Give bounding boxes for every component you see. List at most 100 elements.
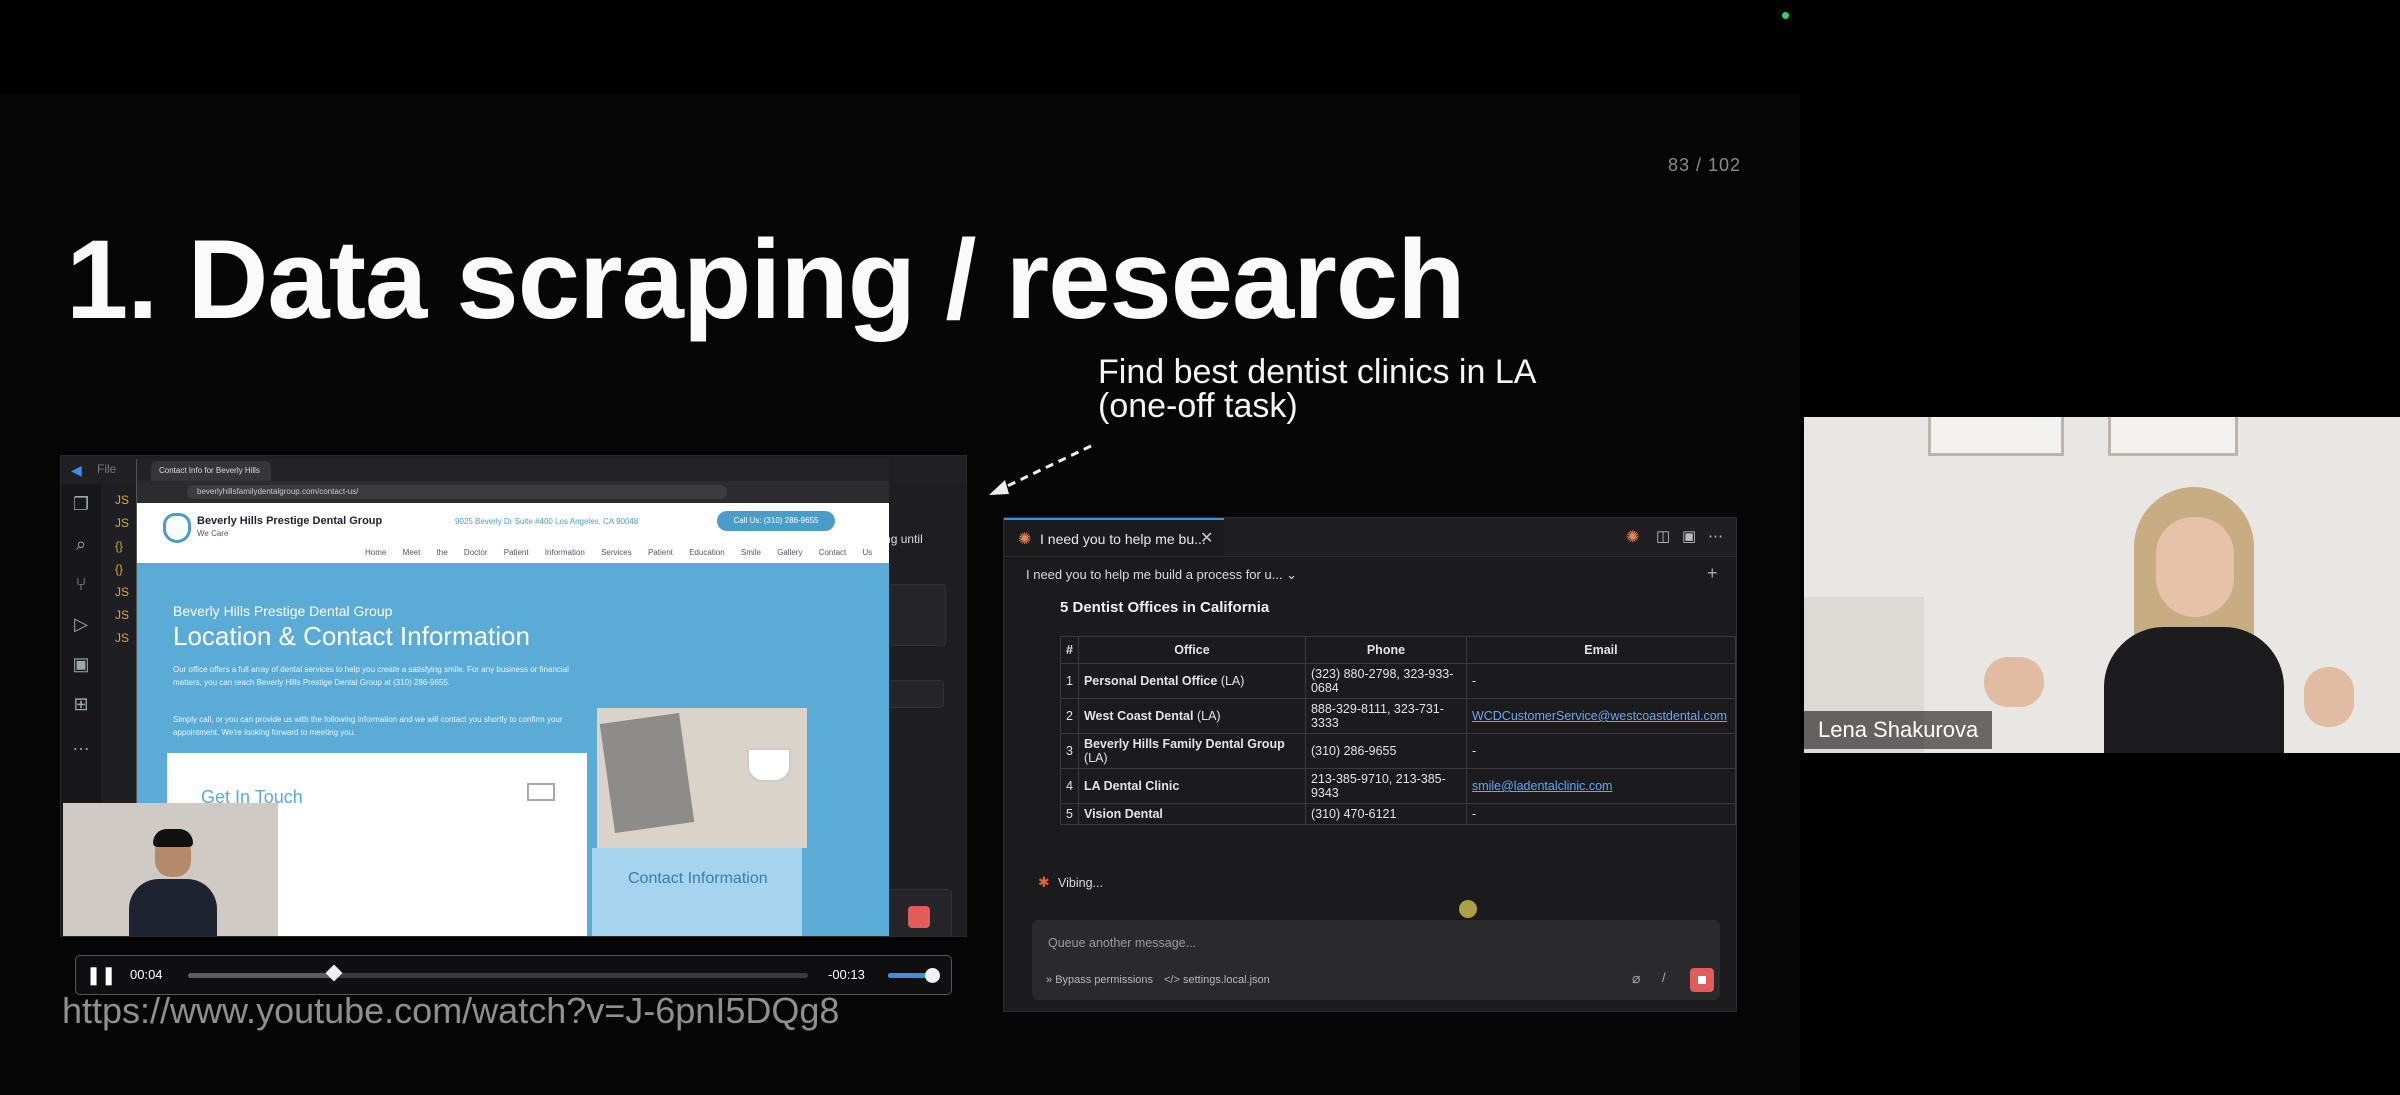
office-name: Personal Dental Office bbox=[1083, 674, 1218, 688]
row-number: 5 bbox=[1060, 803, 1079, 825]
hero-subtitle: Beverly Hills Prestige Dental Group bbox=[173, 603, 393, 619]
office-city: (LA) bbox=[1220, 674, 1245, 688]
browser-address-bar[interactable]: beverlyhillsfamilydentalgroup.com/contac… bbox=[187, 485, 727, 499]
chat-tab[interactable]: ✺ I need you to help me bu... ✕ bbox=[1004, 518, 1224, 556]
site-nav[interactable]: Home Meet the Doctor Patient Information… bbox=[365, 548, 872, 557]
conversation-title-dropdown[interactable]: I need you to help me build a process fo… bbox=[1026, 567, 1297, 583]
chat-tab-bar: ✺ I need you to help me bu... ✕ ✺ ◫ ▣ ⋯ bbox=[1004, 518, 1736, 557]
office-cell: LA Dental Clinic bbox=[1077, 768, 1306, 804]
annotation-line-1: Find best dentist clinics in LA bbox=[1098, 353, 1537, 391]
browser-tab[interactable]: Contact Info for Beverly Hills P... bbox=[151, 461, 271, 495]
mouse-cursor-highlight bbox=[1459, 900, 1477, 918]
envelope-icon bbox=[527, 783, 555, 801]
speaker-webcam: Lena Shakurova bbox=[1804, 417, 2400, 753]
annotation-line-2: (one-off task) bbox=[1098, 387, 1298, 425]
conversation-title: I need you to help me build a process fo… bbox=[1026, 567, 1283, 582]
stop-button[interactable] bbox=[1690, 968, 1714, 992]
menu-file[interactable]: File bbox=[97, 462, 116, 476]
email-cell: smile@ladentalclinic.com bbox=[1465, 768, 1736, 804]
presenter-figure bbox=[129, 829, 217, 936]
email-link[interactable]: WCDCustomerService@westcoastdental.com bbox=[1472, 709, 1727, 723]
files-icon[interactable]: ❐ bbox=[61, 484, 101, 524]
stop-icon bbox=[1698, 976, 1706, 984]
email-cell: - bbox=[1465, 733, 1736, 769]
status-text: Vibing... bbox=[1058, 876, 1103, 890]
seek-handle[interactable] bbox=[325, 964, 343, 982]
extensions-icon[interactable]: ⊞ bbox=[61, 684, 101, 724]
slash-command-icon[interactable]: / bbox=[1662, 970, 1666, 985]
run-debug-icon[interactable]: ▷ bbox=[61, 604, 101, 644]
paperclip-icon[interactable]: ⌀ bbox=[1632, 970, 1640, 987]
office-cell: Personal Dental Office (LA) bbox=[1077, 663, 1306, 699]
office-cell: West Coast Dental (LA) bbox=[1077, 698, 1306, 734]
source-control-icon[interactable]: ⑂ bbox=[61, 564, 101, 604]
table-row: 1 Personal Dental Office (LA) (323) 880-… bbox=[1060, 663, 1736, 699]
phone-cell: (310) 286-9655 bbox=[1304, 733, 1467, 769]
embedded-video[interactable]: ◀ File ❐ ⌕ ⑂ ▷ ▣ ⊞ … JS JS {} {} JS JS J… bbox=[60, 455, 967, 937]
close-icon[interactable]: ✕ bbox=[1200, 528, 1213, 548]
phone-cell: (310) 470-6121 bbox=[1304, 803, 1467, 825]
pause-icon[interactable]: ❚❚ bbox=[86, 964, 116, 986]
message-composer: » Bypass permissions </> settings.local.… bbox=[1032, 920, 1720, 1000]
current-time: 00:04 bbox=[130, 967, 163, 982]
laptop-image bbox=[599, 712, 695, 834]
double-chevron-icon: » bbox=[1046, 974, 1056, 986]
more-icon[interactable]: ⋯ bbox=[1708, 527, 1723, 545]
site-address: 9025 Beverly Dr Suite #400 Los Angeles, … bbox=[455, 517, 639, 526]
volume-slider[interactable] bbox=[888, 968, 941, 983]
lock-icon[interactable]: ▣ bbox=[1682, 527, 1696, 545]
phone-cell: (323) 880-2798, 323-933-0684 bbox=[1304, 663, 1467, 699]
column-header: # bbox=[1060, 636, 1079, 664]
presenter-webcam-inset bbox=[63, 803, 278, 936]
remaining-time: -00:13 bbox=[828, 967, 865, 982]
row-number: 4 bbox=[1060, 768, 1079, 804]
site-name[interactable]: Beverly Hills Prestige Dental Group bbox=[197, 515, 382, 527]
speaker-hand bbox=[2304, 667, 2354, 727]
speaker-name-label: Lena Shakurova bbox=[1804, 711, 1993, 749]
remote-icon[interactable]: ▣ bbox=[61, 644, 101, 684]
speaker-hand bbox=[1984, 657, 2044, 707]
desk-photo bbox=[597, 708, 807, 848]
seek-bar[interactable] bbox=[188, 964, 808, 982]
tooth-logo-icon bbox=[163, 513, 191, 543]
table-heading: 5 Dentist Offices in California bbox=[1060, 599, 1270, 616]
browser-toolbar: beverlyhillsfamilydentalgroup.com/contac… bbox=[137, 481, 889, 503]
office-name: Beverly Hills Family Dental Group bbox=[1083, 737, 1285, 751]
column-header: Email bbox=[1465, 636, 1736, 664]
settings-file-chip[interactable]: </> settings.local.json bbox=[1164, 974, 1270, 986]
vscode-logo-icon: ◀ bbox=[71, 462, 82, 478]
phone-cell: 213-385-9710, 213-385-9343 bbox=[1304, 768, 1467, 804]
table-row: 4 LA Dental Clinic 213-385-9710, 213-385… bbox=[1060, 768, 1736, 804]
office-cell: Beverly Hills Family Dental Group (LA) bbox=[1077, 733, 1306, 769]
stop-button[interactable] bbox=[908, 906, 930, 928]
slide-title: 1. Data scraping / research bbox=[66, 217, 1466, 342]
split-view-icon[interactable]: ◫ bbox=[1656, 527, 1670, 545]
search-icon[interactable]: ⌕ bbox=[61, 524, 101, 564]
claude-chat-panel: ✺ I need you to help me bu... ✕ ✺ ◫ ▣ ⋯ … bbox=[1003, 517, 1737, 1012]
row-number: 3 bbox=[1060, 733, 1079, 769]
settings-label: settings.local.json bbox=[1182, 974, 1270, 986]
youtube-link[interactable]: https://www.youtube.com/watch?v=J-6pnI5D… bbox=[62, 990, 839, 1032]
video-player-controls: ❚❚ 00:04 -00:13 bbox=[75, 955, 952, 995]
office-cell: Vision Dental bbox=[1077, 803, 1306, 825]
volume-knob[interactable] bbox=[925, 968, 941, 983]
office-name: West Coast Dental bbox=[1083, 709, 1194, 723]
claude-spark-icon[interactable]: ✺ bbox=[1626, 527, 1639, 547]
email-cell: - bbox=[1465, 803, 1736, 825]
status-dot bbox=[1782, 12, 1789, 19]
activity-star-icon: ✱ bbox=[1038, 874, 1050, 890]
new-chat-icon[interactable]: + bbox=[1707, 563, 1718, 584]
phone-cell: 888-329-8111, 323-731-3333 bbox=[1304, 698, 1467, 734]
more-icon[interactable]: … bbox=[61, 724, 101, 764]
code-icon: </> bbox=[1164, 974, 1183, 986]
speaker-figure bbox=[2084, 487, 2324, 753]
message-input[interactable] bbox=[1046, 932, 1610, 954]
bypass-permissions-toggle[interactable]: » Bypass permissions bbox=[1046, 974, 1153, 986]
office-name: Vision Dental bbox=[1083, 807, 1163, 821]
site-header: Beverly Hills Prestige Dental Group We C… bbox=[137, 503, 889, 563]
email-link[interactable]: smile@ladentalclinic.com bbox=[1472, 779, 1613, 793]
browser-tab-strip: Contact Info for Beverly Hills P... bbox=[137, 459, 889, 495]
bypass-label: Bypass permissions bbox=[1055, 974, 1154, 986]
call-us-button[interactable]: Call Us: (310) 286-9655 bbox=[717, 511, 835, 531]
chat-tab-label: I need you to help me bu... bbox=[1040, 531, 1206, 547]
